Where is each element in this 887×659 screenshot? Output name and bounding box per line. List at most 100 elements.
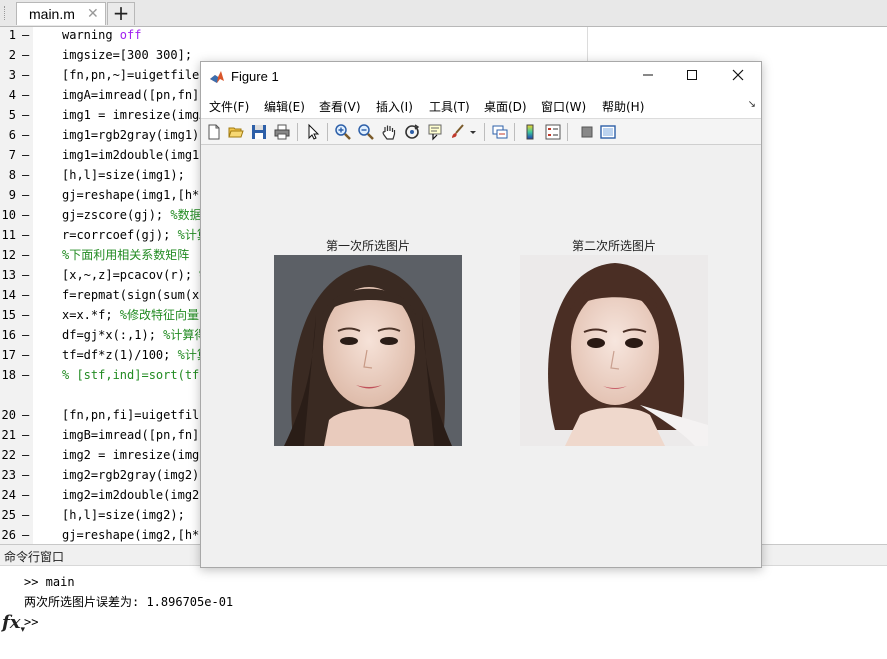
breakpoint-marker[interactable]: – (22, 45, 29, 65)
code-statement: [fn,pn,fi]=uigetfile (62, 408, 207, 422)
command-prompt[interactable]: >> (24, 614, 38, 630)
breakpoint-marker[interactable]: – (22, 27, 29, 45)
breakpoint-marker[interactable]: – (22, 465, 29, 485)
breakpoint-marker[interactable]: – (22, 65, 29, 85)
new-figure-icon[interactable] (205, 123, 223, 141)
menu-view[interactable]: 查看(V) (319, 98, 361, 115)
code-statement: img2=rgb2gray(img2); (62, 468, 207, 482)
zoom-out-icon[interactable] (357, 123, 375, 141)
line-number: 4 (8, 88, 16, 102)
print-icon[interactable] (273, 123, 291, 141)
code-statement: df=gj*x(:,1); (62, 328, 164, 342)
tab-strip-grip[interactable] (4, 6, 8, 20)
breakpoint-marker[interactable]: – (22, 365, 29, 385)
code-text: [fn,pn,~]=uigetfile( (62, 65, 207, 85)
breakpoint-marker[interactable]: – (22, 105, 29, 125)
code-statement: warning (62, 28, 120, 42)
breakpoint-marker[interactable]: – (22, 305, 29, 325)
second-selected-image[interactable] (520, 255, 708, 446)
toolbar-separator (514, 123, 515, 141)
save-icon[interactable] (250, 123, 268, 141)
breakpoint-marker[interactable]: – (22, 405, 29, 425)
line-number: 21 (1, 428, 16, 442)
data-cursor-icon[interactable] (426, 123, 444, 141)
rotate-3d-icon[interactable] (403, 123, 421, 141)
code-text: gj=zscore(gj); %数据 (62, 205, 202, 225)
line-number: 14 (1, 288, 16, 302)
menu-edit[interactable]: 编辑(E) (264, 98, 305, 115)
code-statement: tf=df*z(1)/100; (62, 348, 178, 362)
maximize-button[interactable] (681, 66, 703, 88)
code-comment: %修改特征向量 (119, 308, 200, 322)
breakpoint-marker[interactable]: – (22, 325, 29, 345)
menu-desktop[interactable]: 桌面(D) (484, 98, 527, 115)
zoom-in-icon[interactable] (334, 123, 352, 141)
code-statement: img1 = imresize(imgA (62, 108, 207, 122)
figure-toolbar (201, 118, 761, 145)
breakpoint-marker[interactable]: – (22, 245, 29, 265)
colorbar-icon[interactable] (521, 123, 539, 141)
command-output-line: 两次所选图片误差为: 1.896705e-01 (24, 595, 234, 609)
first-selected-image[interactable] (274, 255, 462, 446)
close-button[interactable] (727, 66, 749, 88)
breakpoint-marker[interactable]: – (22, 85, 29, 105)
breakpoint-marker[interactable]: – (22, 425, 29, 445)
function-browser-icon[interactable]: fx▾ (2, 612, 25, 635)
figure-title-bar[interactable]: Figure 1 (201, 62, 761, 92)
line-number: 12 (1, 248, 16, 262)
command-window-title: 命令行窗口 (4, 550, 65, 564)
tab-main-m[interactable]: main.m ✕ (16, 2, 106, 25)
menu-file[interactable]: 文件(F) (209, 98, 249, 115)
brush-dropdown-icon[interactable] (469, 123, 477, 141)
breakpoint-marker[interactable]: – (22, 145, 29, 165)
code-statement: img1=im2double(img1) (62, 148, 207, 162)
minimize-button[interactable] (637, 66, 659, 88)
breakpoint-marker[interactable]: – (22, 525, 29, 544)
tab-close-icon[interactable]: ✕ (87, 6, 99, 22)
breakpoint-marker[interactable]: – (22, 185, 29, 205)
code-text: gj=reshape(img2,[h*l (62, 525, 207, 544)
code-text: img1 = imresize(imgA (62, 105, 207, 125)
line-number: 25 (1, 508, 16, 522)
breakpoint-marker[interactable]: – (22, 205, 29, 225)
open-file-icon[interactable] (227, 123, 245, 141)
breakpoint-marker[interactable]: – (22, 165, 29, 185)
pan-hand-icon[interactable] (380, 123, 398, 141)
code-statement: [h,l]=size(img1); (62, 168, 185, 182)
hide-plot-tools-icon[interactable] (578, 123, 596, 141)
code-text: df=gj*x(:,1); %计算得 (62, 325, 206, 345)
axes-title-first: 第一次所选图片 (325, 239, 410, 253)
code-text: gj=reshape(img1,[h*l (62, 185, 207, 205)
breakpoint-marker[interactable]: – (22, 125, 29, 145)
code-text: r=corrcoef(gj); %计算 (62, 225, 209, 245)
maximize-icon (687, 70, 697, 80)
code-keyword: off (119, 28, 142, 42)
legend-icon[interactable] (544, 123, 562, 141)
menu-insert[interactable]: 插入(I) (376, 98, 413, 115)
menu-help[interactable]: 帮助(H) (602, 98, 644, 115)
pointer-icon[interactable] (304, 123, 322, 141)
line-number: 6 (8, 128, 16, 142)
menu-tools[interactable]: 工具(T) (429, 98, 470, 115)
new-tab-button[interactable]: + (107, 2, 135, 25)
breakpoint-marker[interactable]: – (22, 445, 29, 465)
show-plot-tools-icon[interactable] (599, 123, 617, 141)
line-number: 18 (1, 368, 16, 382)
breakpoint-marker[interactable]: – (22, 345, 29, 365)
link-plot-icon[interactable] (491, 123, 509, 141)
code-line[interactable]: 1– warning off (0, 27, 887, 45)
code-statement: [fn,pn,~]=uigetfile( (62, 68, 207, 82)
menu-window[interactable]: 窗口(W) (541, 98, 586, 115)
menu-collapse-icon[interactable]: ↘ (748, 99, 756, 110)
line-number: 2 (8, 48, 16, 62)
brush-icon[interactable] (449, 123, 467, 141)
line-number: 13 (1, 268, 16, 282)
code-text: img1=rgb2gray(img1); (62, 125, 207, 145)
breakpoint-marker[interactable]: – (22, 265, 29, 285)
breakpoint-marker[interactable]: – (22, 225, 29, 245)
breakpoint-marker[interactable]: – (22, 285, 29, 305)
command-window[interactable]: >> main 两次所选图片误差为: 1.896705e-01 fx▾ >> (0, 566, 887, 659)
breakpoint-marker[interactable]: – (22, 485, 29, 505)
code-text: tf=df*z(1)/100; %计算 (62, 345, 209, 365)
breakpoint-marker[interactable]: – (22, 505, 29, 525)
